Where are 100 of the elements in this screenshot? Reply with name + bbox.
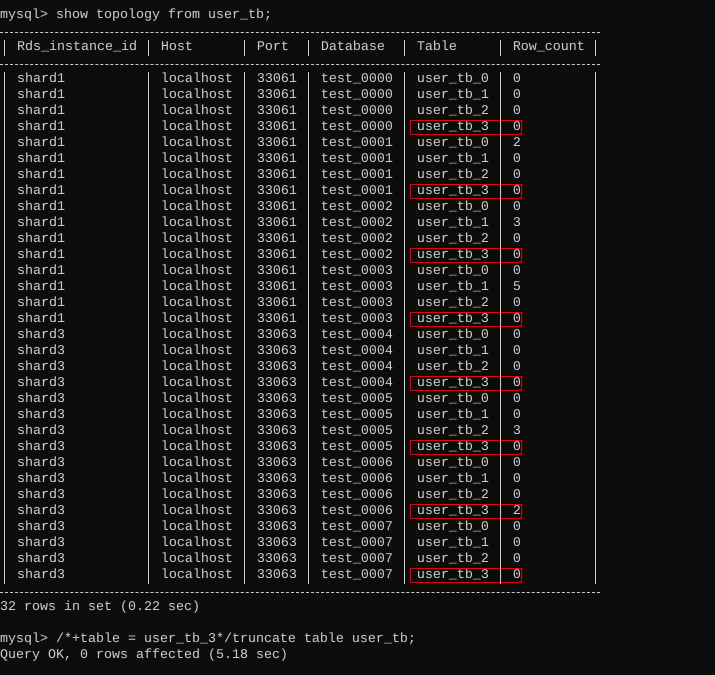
table-cell: shard3	[16, 504, 65, 519]
table-cell: shard1	[16, 216, 65, 231]
table-cell: shard1	[16, 248, 65, 263]
table-cell: shard1	[16, 232, 65, 247]
table-cell: localhost	[160, 440, 233, 455]
table-cell: 0	[512, 296, 521, 311]
table-cell: 0	[512, 360, 521, 375]
table-cell: 33061	[256, 104, 297, 119]
table-cell: localhost	[160, 168, 233, 183]
table-cell: test_0002	[320, 232, 393, 247]
table-cell: user_tb_0	[416, 264, 489, 279]
table-cell: user_tb_3	[416, 248, 489, 263]
table-cell: test_0000	[320, 88, 393, 103]
table-cell: shard1	[16, 152, 65, 167]
table-cell: user_tb_1	[416, 216, 489, 231]
table-cell: localhost	[160, 88, 233, 103]
table-cell: 33061	[256, 216, 297, 231]
table-cell: test_0006	[320, 488, 393, 503]
table-cell: shard1	[16, 296, 65, 311]
table-cell: user_tb_2	[416, 360, 489, 375]
table-cell: shard1	[16, 280, 65, 295]
table-cell: test_0004	[320, 360, 393, 375]
table-cell: test_0005	[320, 440, 393, 455]
table-cell: user_tb_1	[416, 344, 489, 359]
table-cell: 33063	[256, 488, 297, 503]
table-cell: 33063	[256, 552, 297, 567]
table-cell: 0	[512, 520, 521, 535]
table-cell: 0	[512, 200, 521, 215]
table-cell: 33061	[256, 168, 297, 183]
table-cell: 33061	[256, 72, 297, 87]
table-cell: 33061	[256, 312, 297, 327]
table-cell: localhost	[160, 376, 233, 391]
table-cell: test_0007	[320, 520, 393, 535]
table-cell: user_tb_0	[416, 328, 489, 343]
table-cell: 0	[512, 232, 521, 247]
table-cell: user_tb_1	[416, 152, 489, 167]
table-cell: shard3	[16, 424, 65, 439]
table-cell: localhost	[160, 72, 233, 87]
table-cell: user_tb_2	[416, 104, 489, 119]
table-cell: user_tb_0	[416, 456, 489, 471]
table-cell: 33061	[256, 280, 297, 295]
table-cell: test_0003	[320, 264, 393, 279]
table-cell: user_tb_2	[416, 552, 489, 567]
table-cell: localhost	[160, 232, 233, 247]
table-cell: localhost	[160, 456, 233, 471]
table-cell: test_0003	[320, 296, 393, 311]
table-cell: test_0004	[320, 344, 393, 359]
table-cell: test_0000	[320, 72, 393, 87]
table-cell: 0	[512, 328, 521, 343]
table-cell: 0	[512, 456, 521, 471]
table-cell: 0	[512, 72, 521, 87]
table-cell: shard1	[16, 168, 65, 183]
table-cell: 33063	[256, 472, 297, 487]
table-cell: 0	[512, 168, 521, 183]
table-cell: 3	[512, 424, 521, 439]
table-cell: localhost	[160, 264, 233, 279]
table-cell: 33063	[256, 504, 297, 519]
table-cell: localhost	[160, 312, 233, 327]
table-cell: user_tb_2	[416, 168, 489, 183]
table-cell: test_0001	[320, 152, 393, 167]
table-cell: 33061	[256, 296, 297, 311]
table-cell: user_tb_0	[416, 392, 489, 407]
table-cell: 33063	[256, 536, 297, 551]
table-cell: 33063	[256, 520, 297, 535]
table-cell: localhost	[160, 360, 233, 375]
table-cell: user_tb_2	[416, 232, 489, 247]
table-cell: localhost	[160, 248, 233, 263]
table-cell: 0	[512, 536, 521, 551]
table-cell: user_tb_3	[416, 120, 489, 135]
table-cell: user_tb_1	[416, 472, 489, 487]
table-cell: localhost	[160, 328, 233, 343]
table-cell: user_tb_0	[416, 72, 489, 87]
column-header: Host	[160, 40, 193, 55]
table-cell: 33061	[256, 88, 297, 103]
table-cell: test_0006	[320, 456, 393, 471]
table-cell: 2	[512, 504, 521, 519]
table-cell: test_0000	[320, 120, 393, 135]
table-cell: user_tb_0	[416, 200, 489, 215]
table-cell: 33063	[256, 392, 297, 407]
table-cell: test_0007	[320, 568, 393, 583]
table-cell: shard1	[16, 72, 65, 87]
output-line: Query OK, 0 rows affected (5.18 sec)	[0, 648, 288, 663]
table-cell: user_tb_3	[416, 504, 489, 519]
table-cell: localhost	[160, 520, 233, 535]
table-cell: 33061	[256, 136, 297, 151]
table-cell: test_0007	[320, 552, 393, 567]
table-cell: localhost	[160, 408, 233, 423]
table-cell: 0	[512, 408, 521, 423]
table-cell: shard1	[16, 88, 65, 103]
table-cell: 33061	[256, 248, 297, 263]
table-cell: 0	[512, 472, 521, 487]
table-cell: user_tb_2	[416, 296, 489, 311]
column-header: Port	[256, 40, 289, 55]
table-cell: 0	[512, 552, 521, 567]
table-cell: localhost	[160, 424, 233, 439]
table-cell: 0	[512, 88, 521, 103]
table-cell: 3	[512, 216, 521, 231]
table-cell: 0	[512, 392, 521, 407]
table-cell: test_0004	[320, 376, 393, 391]
table-cell: 0	[512, 104, 521, 119]
